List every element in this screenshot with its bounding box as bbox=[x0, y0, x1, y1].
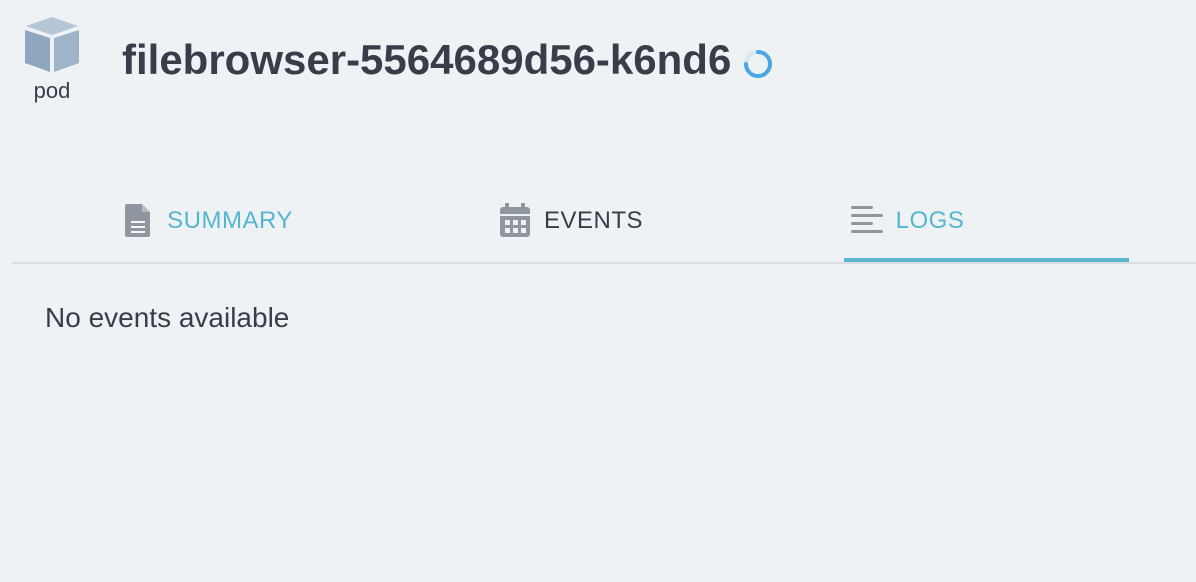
loading-spinner-icon bbox=[744, 50, 773, 78]
calendar-icon bbox=[499, 203, 530, 237]
tab-logs[interactable]: LOGS bbox=[842, 180, 972, 260]
empty-state-message: No events available bbox=[45, 302, 290, 333]
page-title: filebrowser-5564689d56-k6nd6 bbox=[122, 36, 732, 83]
document-icon bbox=[125, 204, 151, 237]
tab-events[interactable]: EVENTS bbox=[428, 180, 1129, 262]
lines-icon bbox=[850, 206, 883, 233]
title-row: filebrowser-5564689d56-k6nd6 bbox=[122, 36, 775, 84]
tab-bar: SUMMARY EVENTS LOGS bbox=[12, 180, 1196, 264]
events-panel: No events available bbox=[45, 302, 289, 334]
tab-summary[interactable]: SUMMARY bbox=[107, 180, 307, 260]
tab-summary-label: SUMMARY bbox=[167, 207, 293, 234]
resource-kind: pod bbox=[22, 14, 82, 104]
cube-icon bbox=[25, 17, 79, 72]
tab-logs-label: LOGS bbox=[895, 207, 965, 234]
resource-header: pod filebrowser-5564689d56-k6nd6 bbox=[0, 0, 1196, 130]
tab-events-label: EVENTS bbox=[543, 207, 644, 234]
resource-kind-label: pod bbox=[33, 78, 71, 103]
